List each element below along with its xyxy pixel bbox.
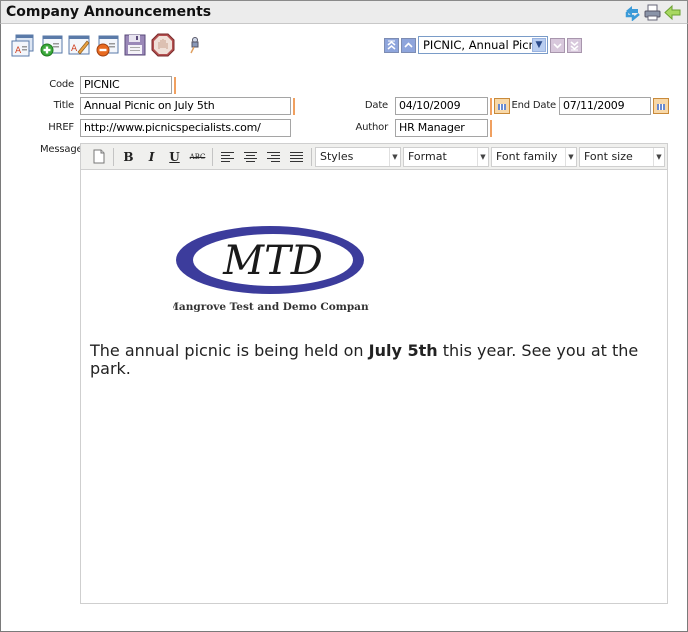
delete-record-icon [96, 35, 119, 57]
message-text: The annual picnic is being held on [90, 341, 369, 360]
previous-record-button[interactable] [401, 37, 416, 53]
date-label: Date [364, 100, 388, 111]
list-records-button[interactable]: A [11, 33, 35, 57]
font-family-dropdown-label: Font family [496, 149, 558, 163]
author-label: Author [355, 122, 389, 133]
format-dropdown-label: Format [408, 149, 447, 163]
toolbar-separator [212, 147, 213, 166]
align-justify-icon [290, 151, 303, 162]
required-marker [293, 98, 295, 115]
chevron-down-icon: ▼ [389, 147, 400, 166]
message-body[interactable]: The annual picnic is being held on July … [90, 342, 650, 378]
first-record-button[interactable] [384, 37, 399, 53]
editor-toolbar: B I U ABC Styles ▼ Format ▼ Font family … [81, 144, 667, 170]
bold-button[interactable]: B [117, 147, 140, 167]
toolbar-separator [113, 147, 114, 166]
previous-record-icon [404, 41, 413, 48]
align-center-icon [244, 151, 257, 162]
pin-icon [190, 37, 199, 54]
end-date-field[interactable]: 07/11/2009 [559, 97, 651, 115]
save-icon [124, 34, 146, 56]
align-left-icon [221, 151, 234, 162]
logo-monogram: MTD [222, 238, 323, 284]
back-arrow-icon[interactable] [664, 4, 681, 21]
end-date-calendar-icon[interactable] [653, 98, 669, 114]
align-right-icon [267, 151, 280, 162]
chevron-down-icon: ▼ [565, 147, 576, 166]
align-justify-button[interactable] [285, 147, 308, 167]
chevron-down-icon: ▼ [653, 147, 664, 166]
font-size-dropdown-label: Font size [584, 149, 633, 163]
page-title: Company Announcements [6, 4, 212, 20]
italic-button[interactable]: I [140, 147, 163, 167]
pin-button[interactable] [187, 36, 201, 54]
align-right-button[interactable] [262, 147, 285, 167]
message-label: Message [40, 144, 83, 155]
stop-hand-icon [151, 33, 175, 57]
strikethrough-button[interactable]: ABC [186, 147, 209, 167]
code-label: Code [49, 79, 74, 90]
edit-record-button[interactable]: A [67, 33, 91, 57]
last-record-icon [570, 40, 579, 50]
chevron-down-icon: ▼ [477, 147, 488, 166]
chevron-down-icon[interactable]: ▼ [532, 38, 546, 52]
refresh-icon[interactable] [624, 4, 641, 22]
font-family-dropdown[interactable]: Font family ▼ [491, 146, 577, 167]
title-label: Title [53, 100, 75, 111]
record-toolbar: A A [11, 33, 201, 57]
href-label: HREF [48, 122, 74, 133]
styles-dropdown[interactable]: Styles ▼ [315, 146, 401, 167]
print-icon[interactable] [644, 4, 661, 21]
date-calendar-icon[interactable] [494, 98, 510, 114]
underline-button[interactable]: U [163, 147, 186, 167]
logo-company-name: Mangrove Test and Demo Company [173, 301, 369, 313]
save-button[interactable] [123, 33, 147, 57]
required-marker [490, 98, 492, 115]
next-record-icon [553, 42, 562, 49]
record-select-value: PICNIC, Annual Picnic [423, 38, 546, 52]
delete-record-button[interactable] [95, 33, 119, 57]
record-select[interactable]: PICNIC, Annual Picnic ▼ [418, 36, 548, 54]
href-field[interactable]: http://www.picnicspecialists.com/ [80, 119, 291, 137]
new-document-icon [93, 149, 104, 164]
record-navigator: PICNIC, Annual Picnic ▼ [384, 36, 582, 54]
font-size-dropdown[interactable]: Font size ▼ [579, 146, 665, 167]
align-center-button[interactable] [239, 147, 262, 167]
svg-text:A: A [71, 44, 78, 54]
first-record-icon [387, 40, 396, 50]
required-marker [490, 120, 492, 137]
panel-header: Company Announcements [0, 0, 688, 24]
styles-dropdown-label: Styles [320, 149, 354, 163]
align-left-button[interactable] [216, 147, 239, 167]
date-field[interactable]: 04/10/2009 [395, 97, 488, 115]
message-editor[interactable]: B I U ABC Styles ▼ Format ▼ Font family … [80, 143, 668, 604]
message-bold-text: July 5th [368, 341, 438, 360]
code-field[interactable]: PICNIC [80, 76, 172, 94]
next-record-button[interactable] [550, 37, 565, 53]
company-logo: MTD Mangrove Test and Demo Company [173, 226, 369, 313]
last-record-button[interactable] [567, 37, 582, 53]
list-records-icon: A [11, 34, 34, 57]
format-dropdown[interactable]: Format ▼ [403, 146, 489, 167]
required-marker [174, 77, 176, 94]
author-field[interactable]: HR Manager [395, 119, 488, 137]
edit-record-icon: A [68, 35, 90, 55]
toolbar-separator [311, 147, 312, 166]
end-date-label: End Date [511, 100, 557, 111]
stop-button[interactable] [151, 33, 175, 57]
add-record-icon [40, 35, 63, 57]
svg-text:A: A [15, 46, 22, 56]
add-record-button[interactable] [39, 33, 63, 57]
title-field[interactable]: Annual Picnic on July 5th [80, 97, 291, 115]
new-document-button[interactable] [87, 147, 110, 167]
